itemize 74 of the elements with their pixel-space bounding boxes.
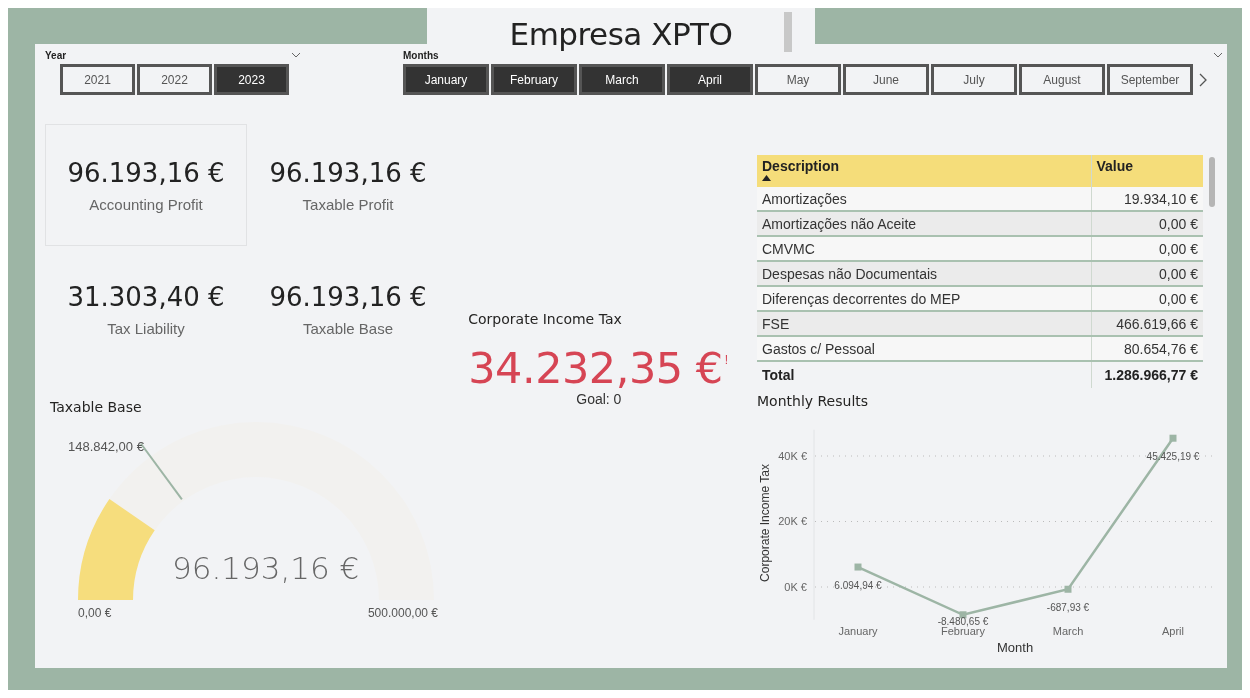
table-cell: Diferenças decorrentes do MEP <box>757 286 1091 311</box>
x-tick-label: January <box>838 625 878 637</box>
column-header[interactable]: Value <box>1091 155 1203 187</box>
x-tick-label: March <box>1052 625 1084 637</box>
kpi-label: Taxable Base <box>302 320 394 337</box>
kpi-value: 96.193,16 € <box>269 282 427 312</box>
table-cell: 19.934,10 € <box>1091 187 1203 211</box>
data-point <box>854 563 862 571</box>
report-title: Empresa XPTO <box>509 16 733 52</box>
table-cell: 80.654,76 € <box>1091 336 1203 361</box>
year-tile[interactable]: 2022 <box>137 64 212 95</box>
data-point <box>1064 585 1072 593</box>
table-cell: 466.619,66 € <box>1091 311 1203 336</box>
month-tile[interactable]: June <box>843 64 929 95</box>
gauge-min: 0,00 € <box>78 606 112 620</box>
table-cell: FSE <box>757 311 1091 336</box>
kpi-value: 31.303,40 € <box>67 282 225 312</box>
card-title: Corporate Income Tax <box>468 311 623 327</box>
tax-value: 34.232,35 € <box>468 343 723 393</box>
data-label: 6.094,94 € <box>834 580 882 592</box>
gauge-value: 96.193,16 € <box>172 550 360 586</box>
total-cell: 1.286.966,77 € <box>1091 361 1203 388</box>
chevron-down-icon[interactable] <box>291 52 301 58</box>
x-tick-label: February <box>941 625 985 637</box>
table-cell: Amortizações não Aceite <box>757 211 1091 236</box>
slicer-title: Months <box>403 49 439 61</box>
year-tile[interactable]: 2021 <box>60 64 135 95</box>
table-cell: 0,00 € <box>1091 261 1203 286</box>
data-point <box>959 611 967 619</box>
gauge-title: Taxable Base <box>50 399 142 415</box>
table-cell: Despesas não Documentais <box>757 261 1091 286</box>
data-label: 45.425,19 € <box>1146 451 1200 463</box>
data-label: -8.480,65 € <box>937 615 989 627</box>
column-header[interactable]: Description <box>757 155 1091 187</box>
year-tile[interactable]: 2023 <box>214 64 289 95</box>
scroll-bar[interactable] <box>1209 157 1215 207</box>
month-tile[interactable]: May <box>755 64 841 95</box>
month-tile[interactable]: July <box>931 64 1017 95</box>
table-cell: CMVMC <box>757 236 1091 261</box>
kpi-label: Tax Liability <box>107 320 185 337</box>
table-cell: 0,00 € <box>1091 286 1203 311</box>
y-tick-label: 0K € <box>784 581 807 593</box>
chart-title: Monthly Results <box>757 393 869 409</box>
y-tick-label: 40K € <box>778 450 807 462</box>
gauge-target: 148.842,00 € <box>68 439 144 454</box>
kpi-label: Accounting Profit <box>89 195 203 213</box>
table-cell: 0,00 € <box>1091 236 1203 261</box>
goal-text: Goal: 0 <box>576 391 622 407</box>
y-axis-title: Corporate Income Tax <box>758 464 772 582</box>
gauge-max: 500.000,00 € <box>367 606 438 620</box>
x-axis-title: Month <box>997 640 1034 655</box>
total-cell: Total <box>757 361 1091 388</box>
data-label: -687,93 € <box>1046 602 1090 614</box>
month-tile[interactable]: September <box>1107 64 1193 95</box>
month-tile[interactable]: February <box>491 64 577 95</box>
month-tile[interactable]: January <box>403 64 489 95</box>
data-point <box>1169 434 1177 442</box>
month-tile[interactable]: August <box>1019 64 1105 95</box>
alert-mark: ! <box>724 353 728 367</box>
sort-up-icon <box>762 175 771 181</box>
month-tile[interactable]: March <box>579 64 665 95</box>
kpi-value: 96.193,16 € <box>67 157 225 188</box>
chevron-right-icon[interactable] <box>1199 72 1207 87</box>
kpi-label: Taxable Profit <box>302 195 394 213</box>
slicer-title: Year <box>45 49 67 61</box>
table-cell: 0,00 € <box>1091 211 1203 236</box>
y-tick-label: 20K € <box>778 515 807 528</box>
table-cell: Amortizações <box>757 187 1091 211</box>
table-cell: Gastos c/ Pessoal <box>757 336 1091 361</box>
scroll-bar <box>784 12 792 52</box>
x-tick-label: April <box>1162 625 1184 637</box>
kpi-value: 96.193,16 € <box>269 157 427 188</box>
chevron-down-icon[interactable] <box>1213 52 1223 58</box>
month-tile[interactable]: April <box>667 64 753 95</box>
